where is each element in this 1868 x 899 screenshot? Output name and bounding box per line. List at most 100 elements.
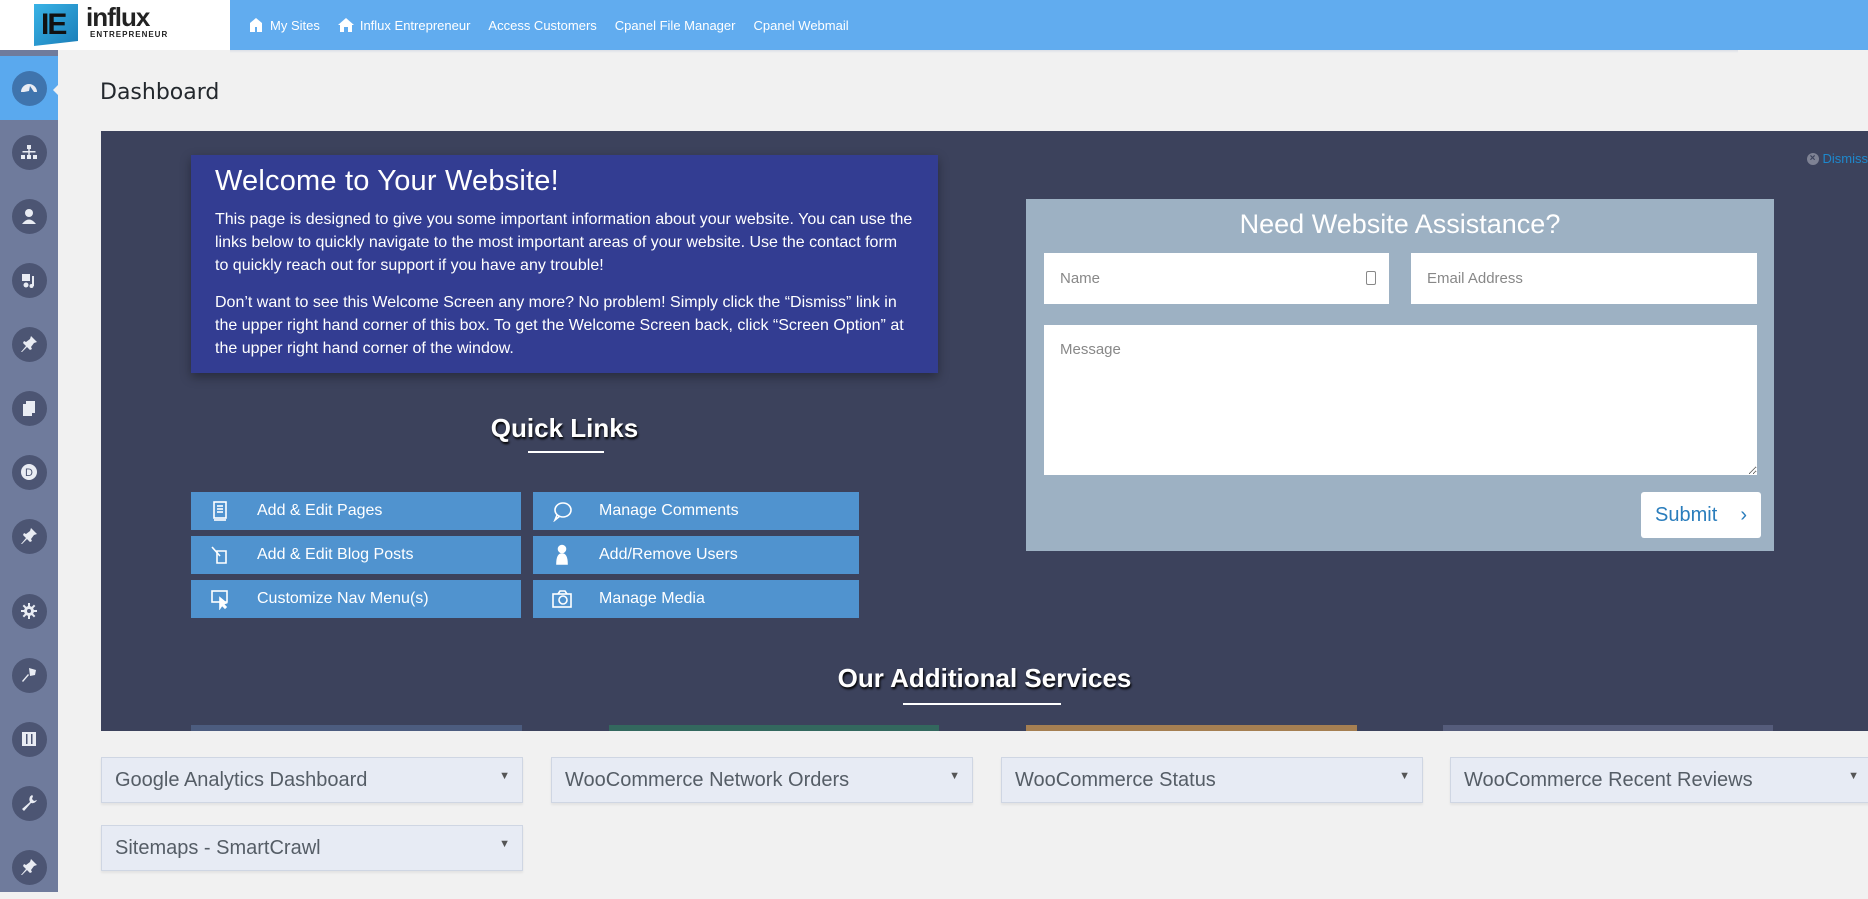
topnav-label: Access Customers <box>488 18 596 33</box>
sidebar-item-pin-3[interactable] <box>0 835 58 899</box>
sidebar-item-pin-2[interactable] <box>0 504 58 568</box>
topnav-access-customers[interactable]: Access Customers <box>488 18 596 33</box>
quick-link-customize-nav-menus[interactable]: Customize Nav Menu(s) <box>191 580 521 618</box>
caret-down-icon[interactable]: ▼ <box>1848 770 1859 782</box>
sidebar-item-posts[interactable] <box>0 312 58 376</box>
media-icon <box>20 271 38 289</box>
topnav-cpanel-webmail[interactable]: Cpanel Webmail <box>753 18 848 33</box>
quick-link-label: Customize Nav Menu(s) <box>257 590 429 608</box>
welcome-title: Welcome to Your Website! <box>215 165 914 198</box>
dismiss-label: Dismiss <box>1823 151 1868 166</box>
sidebar-item-my-sites[interactable] <box>0 120 58 184</box>
sidebar-item-dashboard[interactable] <box>0 56 58 120</box>
page-title: Dashboard <box>100 80 219 105</box>
topnav-label: Cpanel File Manager <box>615 18 736 33</box>
additional-services-title: Our Additional Services <box>101 663 1868 694</box>
quick-link-add-edit-pages[interactable]: Add & Edit Pages <box>191 492 521 530</box>
widget-title: Google Analytics Dashboard <box>115 769 367 792</box>
dismiss-link[interactable]: × Dismiss <box>1807 151 1868 166</box>
quick-links-underline <box>528 451 604 453</box>
quick-link-label: Add/Remove Users <box>599 546 738 564</box>
topnav-label: My Sites <box>270 18 320 33</box>
logo-name: influx <box>86 2 149 33</box>
logo[interactable]: IE influx ENTREPRENEUR <box>0 0 230 50</box>
quick-link-label: Manage Comments <box>599 502 739 520</box>
pages-icon <box>209 500 231 522</box>
widget-woocommerce-recent-reviews[interactable]: WooCommerce Recent Reviews ▼ <box>1450 757 1868 803</box>
name-input[interactable] <box>1044 253 1389 304</box>
contact-card-icon <box>1366 271 1376 285</box>
service-card[interactable] <box>609 725 939 731</box>
sites-icon <box>248 18 264 32</box>
widget-title: Sitemaps - SmartCrawl <box>115 837 321 860</box>
widget-sitemaps-smartcrawl[interactable]: Sitemaps - SmartCrawl ▼ <box>101 825 523 871</box>
sidebar-item-plugins[interactable] <box>0 707 58 771</box>
divi-icon: D <box>20 463 38 481</box>
submit-button[interactable]: Submit › <box>1641 492 1761 538</box>
sidebar: D <box>0 50 58 892</box>
welcome-panel: Welcome to Your Website! This page is de… <box>101 131 1868 731</box>
pages-icon <box>20 399 38 417</box>
close-circle-icon: × <box>1807 153 1819 165</box>
edit-post-icon <box>209 544 231 566</box>
top-shadow <box>230 50 1738 53</box>
user-icon <box>551 544 573 566</box>
quick-link-label: Add & Edit Pages <box>257 502 382 520</box>
quick-link-add-edit-blog-posts[interactable]: Add & Edit Blog Posts <box>191 536 521 574</box>
home-icon <box>338 18 354 32</box>
welcome-text-1: This page is designed to give you some i… <box>215 208 914 277</box>
service-card[interactable] <box>191 725 522 731</box>
additional-services-underline <box>903 703 1061 705</box>
chevron-right-icon: › <box>1740 504 1747 527</box>
sidebar-item-divi[interactable]: D <box>0 440 58 504</box>
topnav-cpanel-file-manager[interactable]: Cpanel File Manager <box>615 18 736 33</box>
service-card[interactable] <box>1443 725 1773 731</box>
quick-link-add-remove-users[interactable]: Add/Remove Users <box>533 536 859 574</box>
email-input[interactable] <box>1411 253 1757 304</box>
cursor-icon <box>209 588 231 610</box>
widget-title: WooCommerce Network Orders <box>565 769 849 792</box>
quick-link-manage-media[interactable]: Manage Media <box>533 580 859 618</box>
service-card[interactable] <box>1026 725 1357 731</box>
widget-google-analytics-dashboard[interactable]: Google Analytics Dashboard ▼ <box>101 757 523 803</box>
message-textarea[interactable] <box>1044 325 1757 475</box>
pin-icon <box>20 858 38 876</box>
sidebar-item-users[interactable] <box>0 184 58 248</box>
top-nav: My Sites Influx Entrepreneur Access Cust… <box>248 0 849 50</box>
camera-icon <box>551 588 573 610</box>
widget-title: WooCommerce Recent Reviews <box>1464 769 1753 792</box>
sidebar-item-settings[interactable] <box>0 579 58 643</box>
widget-woocommerce-network-orders[interactable]: WooCommerce Network Orders ▼ <box>551 757 973 803</box>
sidebar-item-appearance[interactable] <box>0 643 58 707</box>
logo-sub: ENTREPRENEUR <box>90 30 168 39</box>
topnav-influx-entrepreneur[interactable]: Influx Entrepreneur <box>338 18 471 33</box>
pin-icon <box>20 527 38 545</box>
widget-woocommerce-status[interactable]: WooCommerce Status ▼ <box>1001 757 1423 803</box>
caret-down-icon[interactable]: ▼ <box>949 770 960 782</box>
quick-link-label: Add & Edit Blog Posts <box>257 546 414 564</box>
brush-icon <box>20 666 38 684</box>
topnav-my-sites[interactable]: My Sites <box>248 18 320 33</box>
caret-down-icon[interactable]: ▼ <box>1399 770 1410 782</box>
welcome-text-2: Don’t want to see this Welcome Screen an… <box>215 291 914 360</box>
svg-text:D: D <box>25 467 33 479</box>
quick-links-title: Quick Links <box>191 413 938 444</box>
submit-label: Submit <box>1655 504 1717 527</box>
logo-mark-text: IE <box>41 8 65 42</box>
widget-title: WooCommerce Status <box>1015 769 1216 792</box>
logo-mark: IE <box>34 4 78 46</box>
user-icon <box>20 207 38 225</box>
pin-icon <box>20 335 38 353</box>
gear-icon <box>20 602 38 620</box>
caret-down-icon[interactable]: ▼ <box>499 770 510 782</box>
sidebar-item-tools[interactable] <box>0 771 58 835</box>
wrench-icon <box>20 794 38 812</box>
quick-link-label: Manage Media <box>599 590 705 608</box>
comment-icon <box>551 500 573 522</box>
dashboard-icon <box>20 79 38 97</box>
caret-down-icon[interactable]: ▼ <box>499 838 510 850</box>
sitemap-icon <box>20 143 38 161</box>
quick-link-manage-comments[interactable]: Manage Comments <box>533 492 859 530</box>
sidebar-item-media[interactable] <box>0 248 58 312</box>
sidebar-item-pages[interactable] <box>0 376 58 440</box>
